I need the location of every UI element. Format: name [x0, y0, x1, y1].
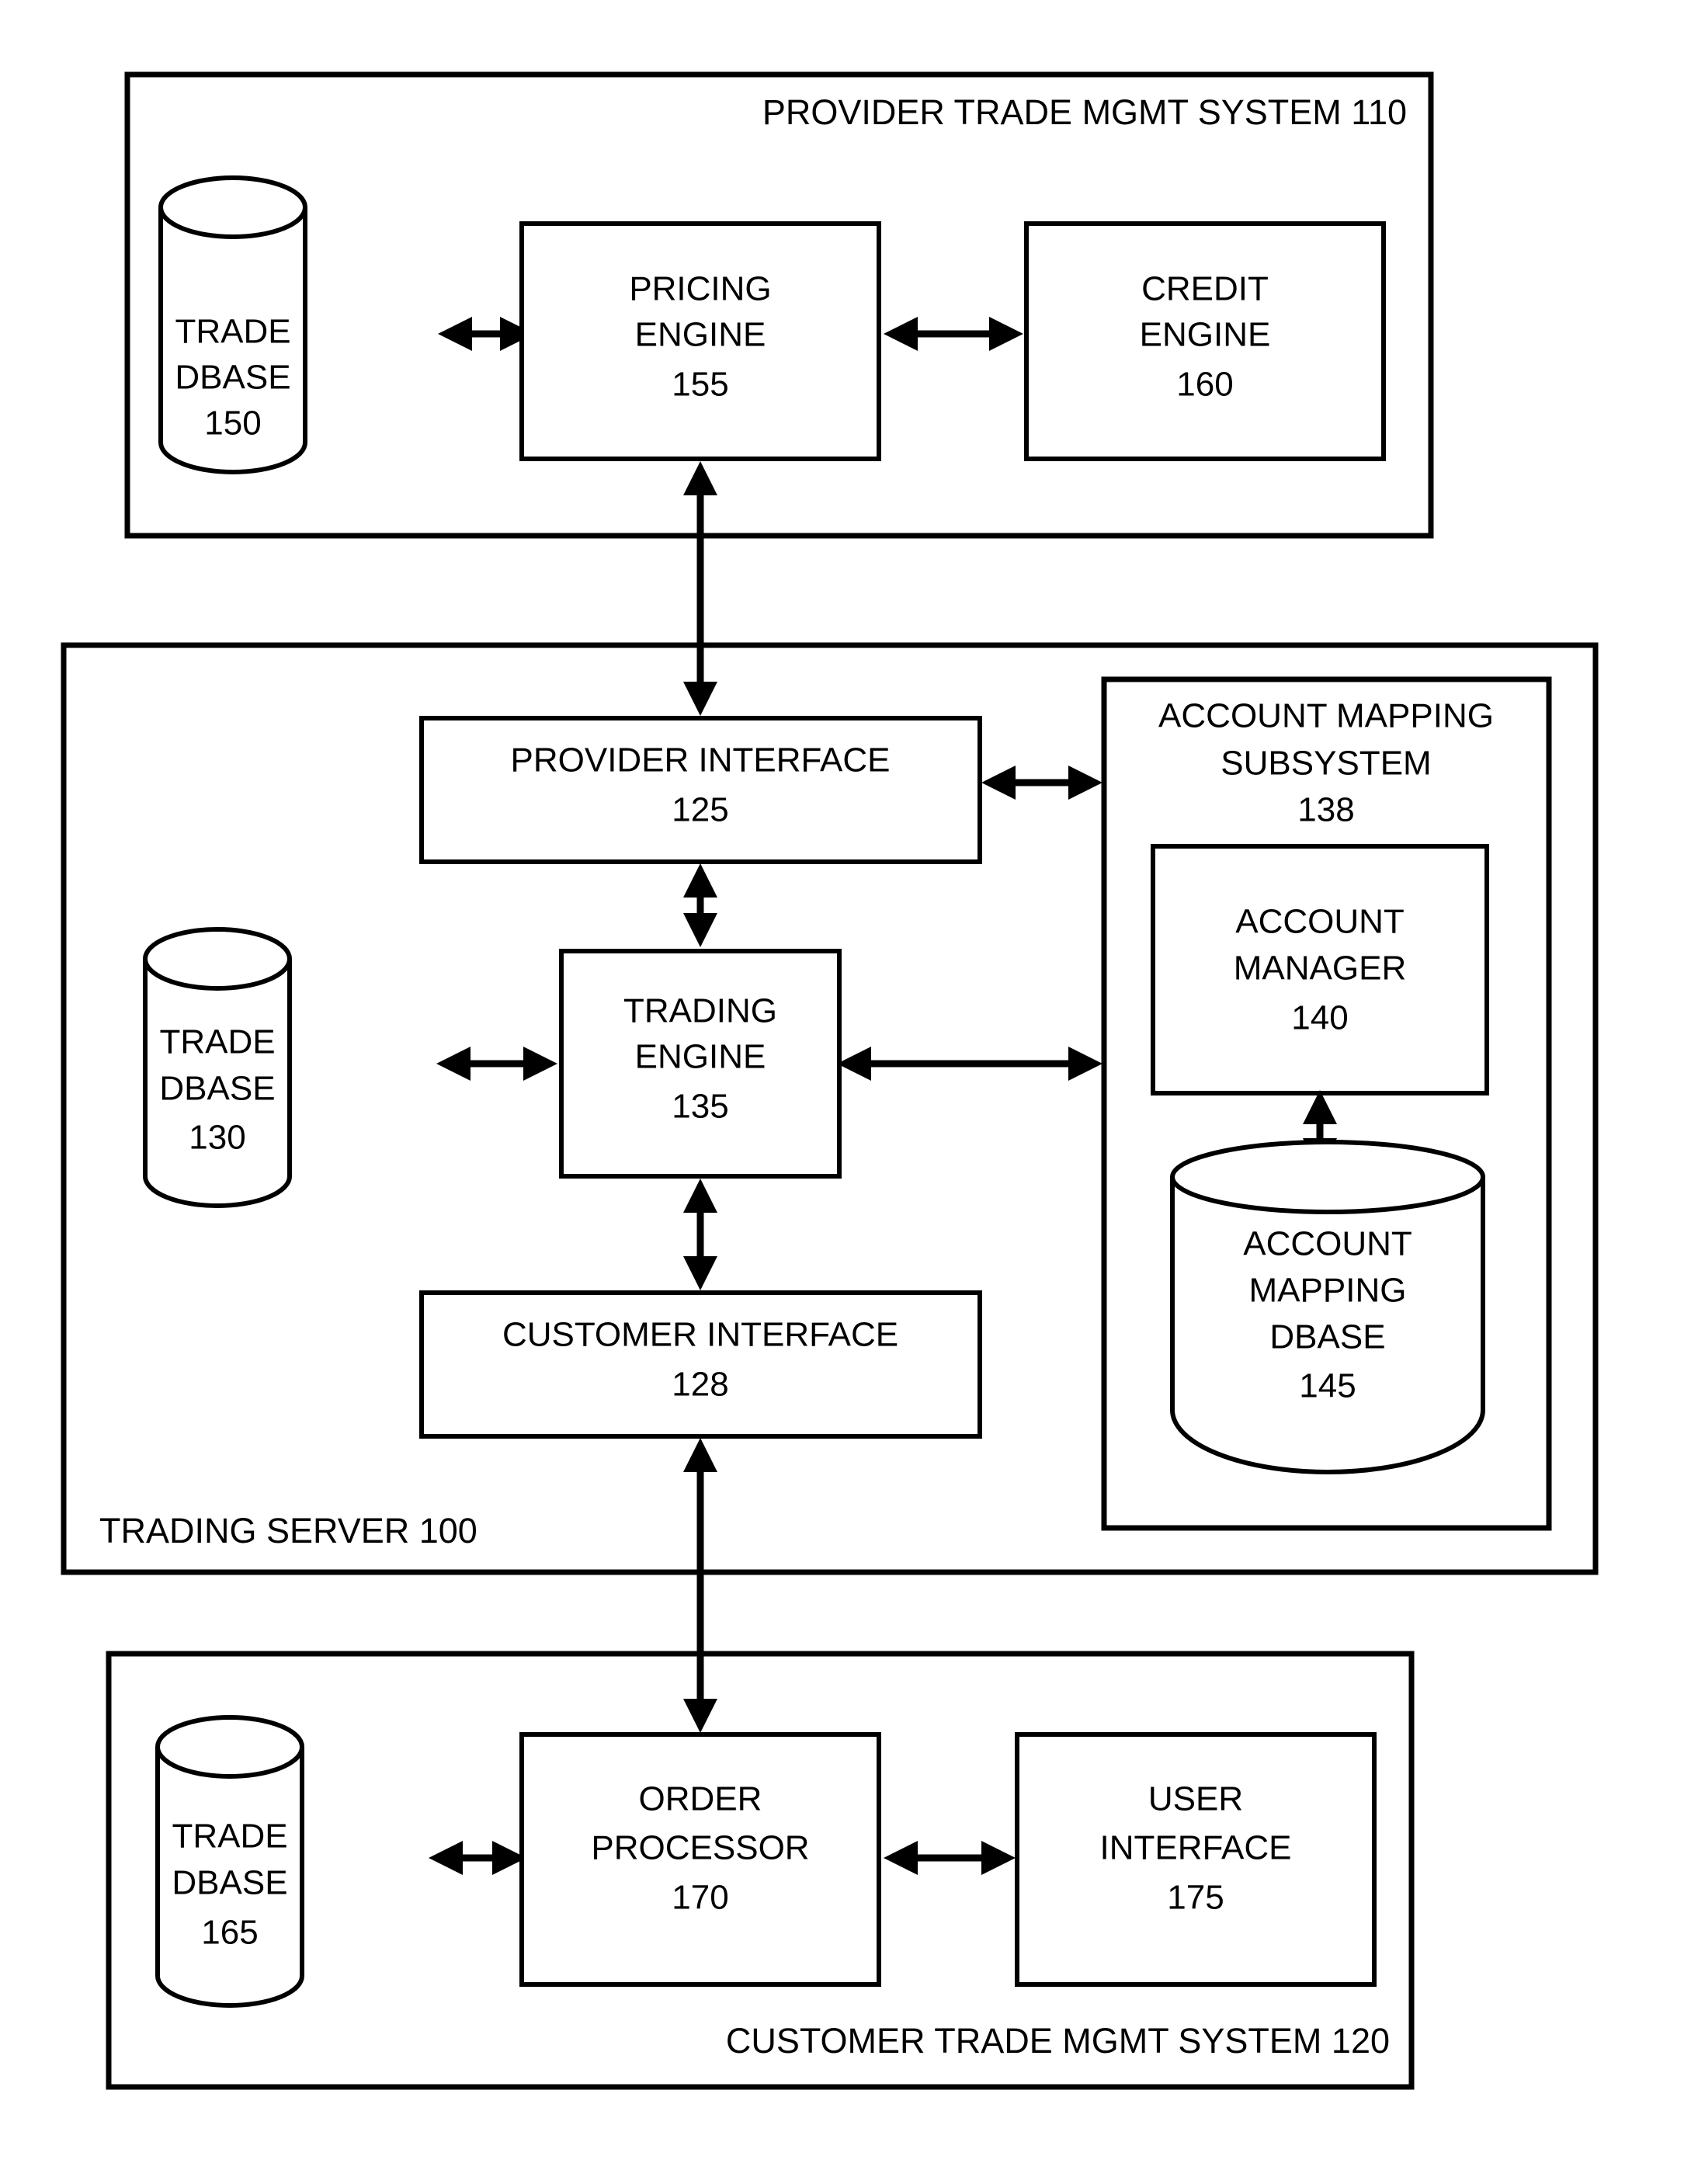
order-processor-170-line3: 170	[672, 1879, 728, 1917]
trading-engine-135-line1: TRADING	[623, 992, 777, 1030]
arrow-provider-interface-to-trading-engine	[683, 863, 717, 947]
customer-interface-128-line1: CUSTOMER INTERFACE	[502, 1316, 898, 1354]
arrow-pricing-engine-to-provider-interface	[683, 461, 717, 716]
account-mapping-dbase-145-line1: ACCOUNT	[1243, 1225, 1412, 1263]
credit-engine-160-line3: 160	[1176, 366, 1233, 404]
user-interface-175: USER INTERFACE 175	[1015, 1732, 1377, 1987]
trading-server-label: TRADING SERVER 100	[99, 1511, 477, 1550]
credit-engine-160: CREDIT ENGINE 160	[1024, 221, 1386, 461]
customer-interface-128-line2: 128	[672, 1366, 728, 1404]
trade-dbase-150-line1: TRADE	[175, 313, 290, 351]
provider-interface-125-line2: 125	[672, 791, 728, 829]
pricing-engine-155-line1: PRICING	[629, 270, 771, 308]
user-interface-175-line1: USER	[1148, 1780, 1243, 1818]
trade-dbase-150: TRADE DBASE 150	[158, 175, 307, 474]
credit-engine-160-line1: CREDIT	[1141, 270, 1269, 308]
account-manager-140-line2: MANAGER	[1234, 950, 1406, 988]
trade-dbase-130-line3: 130	[189, 1119, 245, 1157]
trade-dbase-165-line2: DBASE	[172, 1864, 287, 1902]
account-mapping-dbase-145-line2: MAPPING	[1249, 1272, 1407, 1310]
arrow-provider-interface-to-account-mapping-subsystem	[981, 766, 1102, 800]
trade-dbase-130-line1: TRADE	[159, 1023, 275, 1061]
trade-dbase-165-line1: TRADE	[172, 1818, 287, 1856]
pricing-engine-155-line3: 155	[672, 366, 728, 404]
user-interface-175-line2: INTERFACE	[1100, 1829, 1292, 1867]
account-mapping-subsystem-138-line3: 138	[1297, 791, 1354, 829]
trading-engine-135-line3: 135	[672, 1088, 728, 1126]
arrow-trade-dbase-165-to-order-processor	[429, 1841, 526, 1875]
customer-interface-128: CUSTOMER INTERFACE 128	[419, 1290, 982, 1439]
arrow-trade-dbase-130-to-trading-engine	[436, 1047, 557, 1081]
account-mapping-dbase-145-line4: 145	[1299, 1367, 1356, 1405]
arrow-trading-engine-to-customer-interface	[683, 1179, 717, 1290]
provider-interface-125-box	[419, 716, 982, 864]
account-mapping-subsystem-138: ACCOUNT MAPPING SUBSYSTEM 138 ACCOUNT MA…	[1101, 676, 1552, 1531]
account-mapping-subsystem-138-line2: SUBSYSTEM	[1221, 745, 1431, 783]
account-manager-140: ACCOUNT MANAGER 140	[1151, 844, 1489, 1095]
trade-dbase-165-line3: 165	[201, 1914, 258, 1952]
trading-server-group: TRADING SERVER 100 PROVIDER INTERFACE 12…	[61, 642, 1599, 1575]
trade-dbase-130: TRADE DBASE 130	[143, 927, 292, 1208]
account-manager-140-line3: 140	[1291, 999, 1348, 1037]
customer-trade-mgmt-system-label: CUSTOMER TRADE MGMT SYSTEM 120	[726, 2021, 1390, 2061]
trade-dbase-165: TRADE DBASE 165	[155, 1715, 304, 2008]
trading-engine-135: TRADING ENGINE 135	[559, 949, 842, 1179]
credit-engine-160-line2: ENGINE	[1140, 316, 1271, 354]
provider-trade-mgmt-system-label: PROVIDER TRADE MGMT SYSTEM 110	[762, 92, 1407, 132]
account-mapping-subsystem-138-line1: ACCOUNT MAPPING	[1158, 697, 1494, 735]
user-interface-175-line3: 175	[1167, 1879, 1224, 1917]
arrow-pricing-engine-to-credit-engine	[884, 317, 1023, 351]
order-processor-170: ORDER PROCESSOR 170	[519, 1732, 881, 1987]
provider-interface-125-line1: PROVIDER INTERFACE	[511, 741, 891, 780]
account-manager-140-line1: ACCOUNT	[1235, 903, 1405, 941]
order-processor-170-line2: PROCESSOR	[591, 1829, 809, 1867]
arrow-customer-interface-to-order-processor	[683, 1438, 717, 1733]
order-processor-170-line1: ORDER	[639, 1780, 762, 1818]
account-mapping-dbase-145-line3: DBASE	[1269, 1318, 1385, 1356]
pricing-engine-155: PRICING ENGINE 155	[519, 221, 881, 461]
arrow-order-processor-to-user-interface	[884, 1841, 1016, 1875]
trade-dbase-150-line2: DBASE	[175, 359, 290, 397]
system-block-diagram: PROVIDER TRADE MGMT SYSTEM 110 TRADE DBA…	[61, 71, 1599, 2090]
trade-dbase-150-line3: 150	[204, 405, 261, 443]
provider-trade-mgmt-system-group: PROVIDER TRADE MGMT SYSTEM 110 TRADE DBA…	[124, 71, 1434, 539]
account-mapping-dbase-145: ACCOUNT MAPPING DBASE 145	[1170, 1140, 1485, 1474]
trading-engine-135-line2: ENGINE	[635, 1038, 766, 1076]
customer-trade-mgmt-system-group: CUSTOMER TRADE MGMT SYSTEM 120 TRADE DBA…	[106, 1651, 1415, 2090]
trade-dbase-130-line2: DBASE	[159, 1070, 275, 1108]
arrow-trading-engine-to-account-mapping-subsystem	[837, 1047, 1102, 1081]
pricing-engine-155-line2: ENGINE	[635, 316, 766, 354]
customer-interface-128-box	[419, 1290, 982, 1439]
provider-interface-125: PROVIDER INTERFACE 125	[419, 716, 982, 864]
figure-root: PROVIDER TRADE MGMT SYSTEM 110 TRADE DBA…	[0, 0, 1698, 2184]
